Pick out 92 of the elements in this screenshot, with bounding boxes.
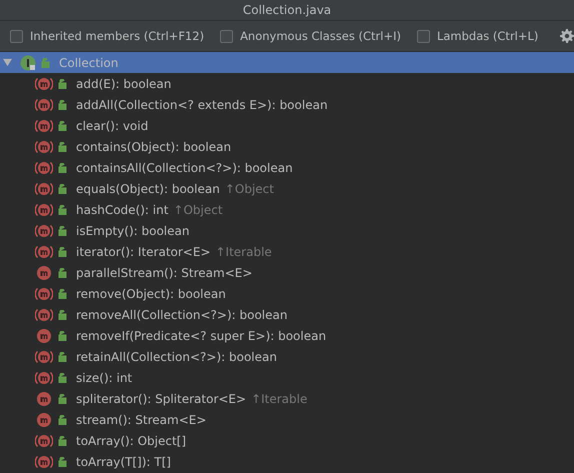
lock-icon (57, 246, 67, 256)
tree-item[interactable]: removeAll(Collection<?>): boolean (0, 304, 574, 325)
abstract-method-icon (35, 286, 53, 302)
tree-item[interactable]: toArray(T[]): T[] (0, 451, 574, 472)
lock-icon (57, 456, 67, 466)
method-signature: equals(Object): boolean (76, 182, 220, 196)
lock-icon (57, 120, 67, 130)
window-title: Collection.java (242, 3, 332, 17)
abstract-method-icon (35, 370, 53, 386)
tree-item[interactable]: parallelStream(): Stream<E> (0, 262, 574, 283)
checkbox[interactable] (10, 30, 23, 42)
method-signature: removeAll(Collection<?>): boolean (76, 308, 288, 322)
tree-item[interactable]: removeIf(Predicate<? super E>): boolean (0, 325, 574, 346)
method-icon (35, 412, 53, 428)
method-signature: add(E): boolean (76, 76, 172, 90)
method-signature: addAll(Collection<? extends E>): boolean (76, 98, 328, 112)
abstract-method-icon (35, 222, 53, 238)
method-icon (35, 390, 53, 406)
lock-icon (57, 372, 67, 382)
lock-icon (57, 330, 67, 340)
abstract-method-icon (35, 454, 53, 470)
abstract-method-icon (35, 244, 53, 260)
tree-item[interactable]: stream(): Stream<E> (0, 409, 574, 430)
method-signature: parallelStream(): Stream<E> (76, 266, 252, 280)
abstract-method-icon (35, 348, 53, 364)
lock-icon (57, 394, 67, 404)
abstract-method-icon (35, 118, 53, 134)
method-signature: containsAll(Collection<?>): boolean (76, 160, 293, 174)
abstract-method-icon (35, 306, 53, 322)
abstract-method-icon (35, 138, 53, 154)
tree-item[interactable]: remove(Object): boolean (0, 283, 574, 304)
settings-icon[interactable] (560, 29, 574, 43)
method-signature: toArray(T[]): T[] (76, 454, 171, 468)
method-signature: removeIf(Predicate<? super E>): boolean (76, 328, 326, 342)
lock-icon (57, 184, 67, 194)
option-checkbox[interactable]: Inherited members (Ctrl+F12) (10, 29, 204, 43)
class-name: Collection (59, 56, 118, 70)
method-signature: isEmpty(): boolean (76, 224, 190, 238)
lock-icon (57, 310, 67, 320)
method-signature: retainAll(Collection<?>): boolean (76, 350, 277, 364)
abstract-method-icon (35, 96, 53, 112)
abstract-method-icon (35, 432, 53, 448)
tree-item[interactable]: hashCode(): int ↑Object (0, 199, 574, 220)
method-icon (35, 328, 53, 344)
checkbox[interactable] (416, 30, 430, 42)
tree-item[interactable]: containsAll(Collection<?>): boolean (0, 157, 574, 178)
tree-item[interactable]: equals(Object): boolean ↑Object (0, 178, 574, 199)
lock-icon (57, 436, 67, 446)
tree-item[interactable]: retainAll(Collection<?>): boolean (0, 346, 574, 367)
method-signature: spliterator(): Spliterator<E> (76, 392, 246, 406)
method-signature: toArray(): Object[] (76, 434, 186, 448)
method-signature: contains(Object): boolean (76, 140, 232, 154)
tree-item[interactable]: iterator(): Iterator<E> ↑Iterable (0, 241, 574, 262)
abstract-method-icon (35, 76, 53, 92)
tree-item[interactable]: spliterator(): Spliterator<E> ↑Iterable (0, 388, 574, 409)
tree-item[interactable]: toArray(): Object[] (0, 430, 574, 451)
lock-icon (57, 162, 67, 172)
inherited-from: ↑Object (173, 202, 223, 216)
method-icon (35, 264, 53, 280)
option-checkbox[interactable]: Anonymous Classes (Ctrl+I) (220, 29, 401, 43)
method-signature: stream(): Stream<E> (76, 412, 206, 426)
lock-icon (40, 58, 50, 68)
interface-icon (20, 54, 36, 70)
abstract-method-icon (35, 160, 53, 176)
lock-icon (57, 100, 67, 110)
checkbox[interactable] (220, 30, 234, 42)
lock-icon (57, 288, 67, 298)
lock-icon (57, 226, 67, 236)
lock-icon (57, 78, 67, 88)
method-signature: remove(Object): boolean (76, 286, 226, 300)
inherited-from: ↑Iterable (251, 392, 308, 406)
method-signature: hashCode(): int (76, 202, 168, 216)
expand-arrow-icon[interactable] (3, 58, 12, 67)
lock-icon (57, 352, 67, 362)
option-checkbox[interactable]: Lambdas (Ctrl+L) (416, 29, 538, 43)
lock-icon (57, 204, 67, 214)
tree-item[interactable]: add(E): boolean (0, 73, 574, 94)
method-signature: size(): int (76, 370, 132, 384)
lock-icon (57, 268, 67, 278)
lock-icon (57, 414, 67, 424)
tree-item[interactable]: contains(Object): boolean (0, 136, 574, 157)
tree-item[interactable]: isEmpty(): boolean (0, 220, 574, 241)
abstract-method-icon (35, 180, 53, 196)
tree-item[interactable]: size(): int (0, 367, 574, 388)
method-signature: clear(): void (76, 118, 148, 132)
inherited-from: ↑Object (224, 182, 274, 196)
tree-item[interactable]: clear(): void (0, 115, 574, 136)
abstract-method-icon (35, 202, 53, 218)
tree-item[interactable]: addAll(Collection<? extends E>): boolean (0, 94, 574, 115)
lock-icon (57, 142, 67, 152)
method-signature: iterator(): Iterator<E> (76, 244, 210, 258)
inherited-from: ↑Iterable (216, 244, 272, 258)
